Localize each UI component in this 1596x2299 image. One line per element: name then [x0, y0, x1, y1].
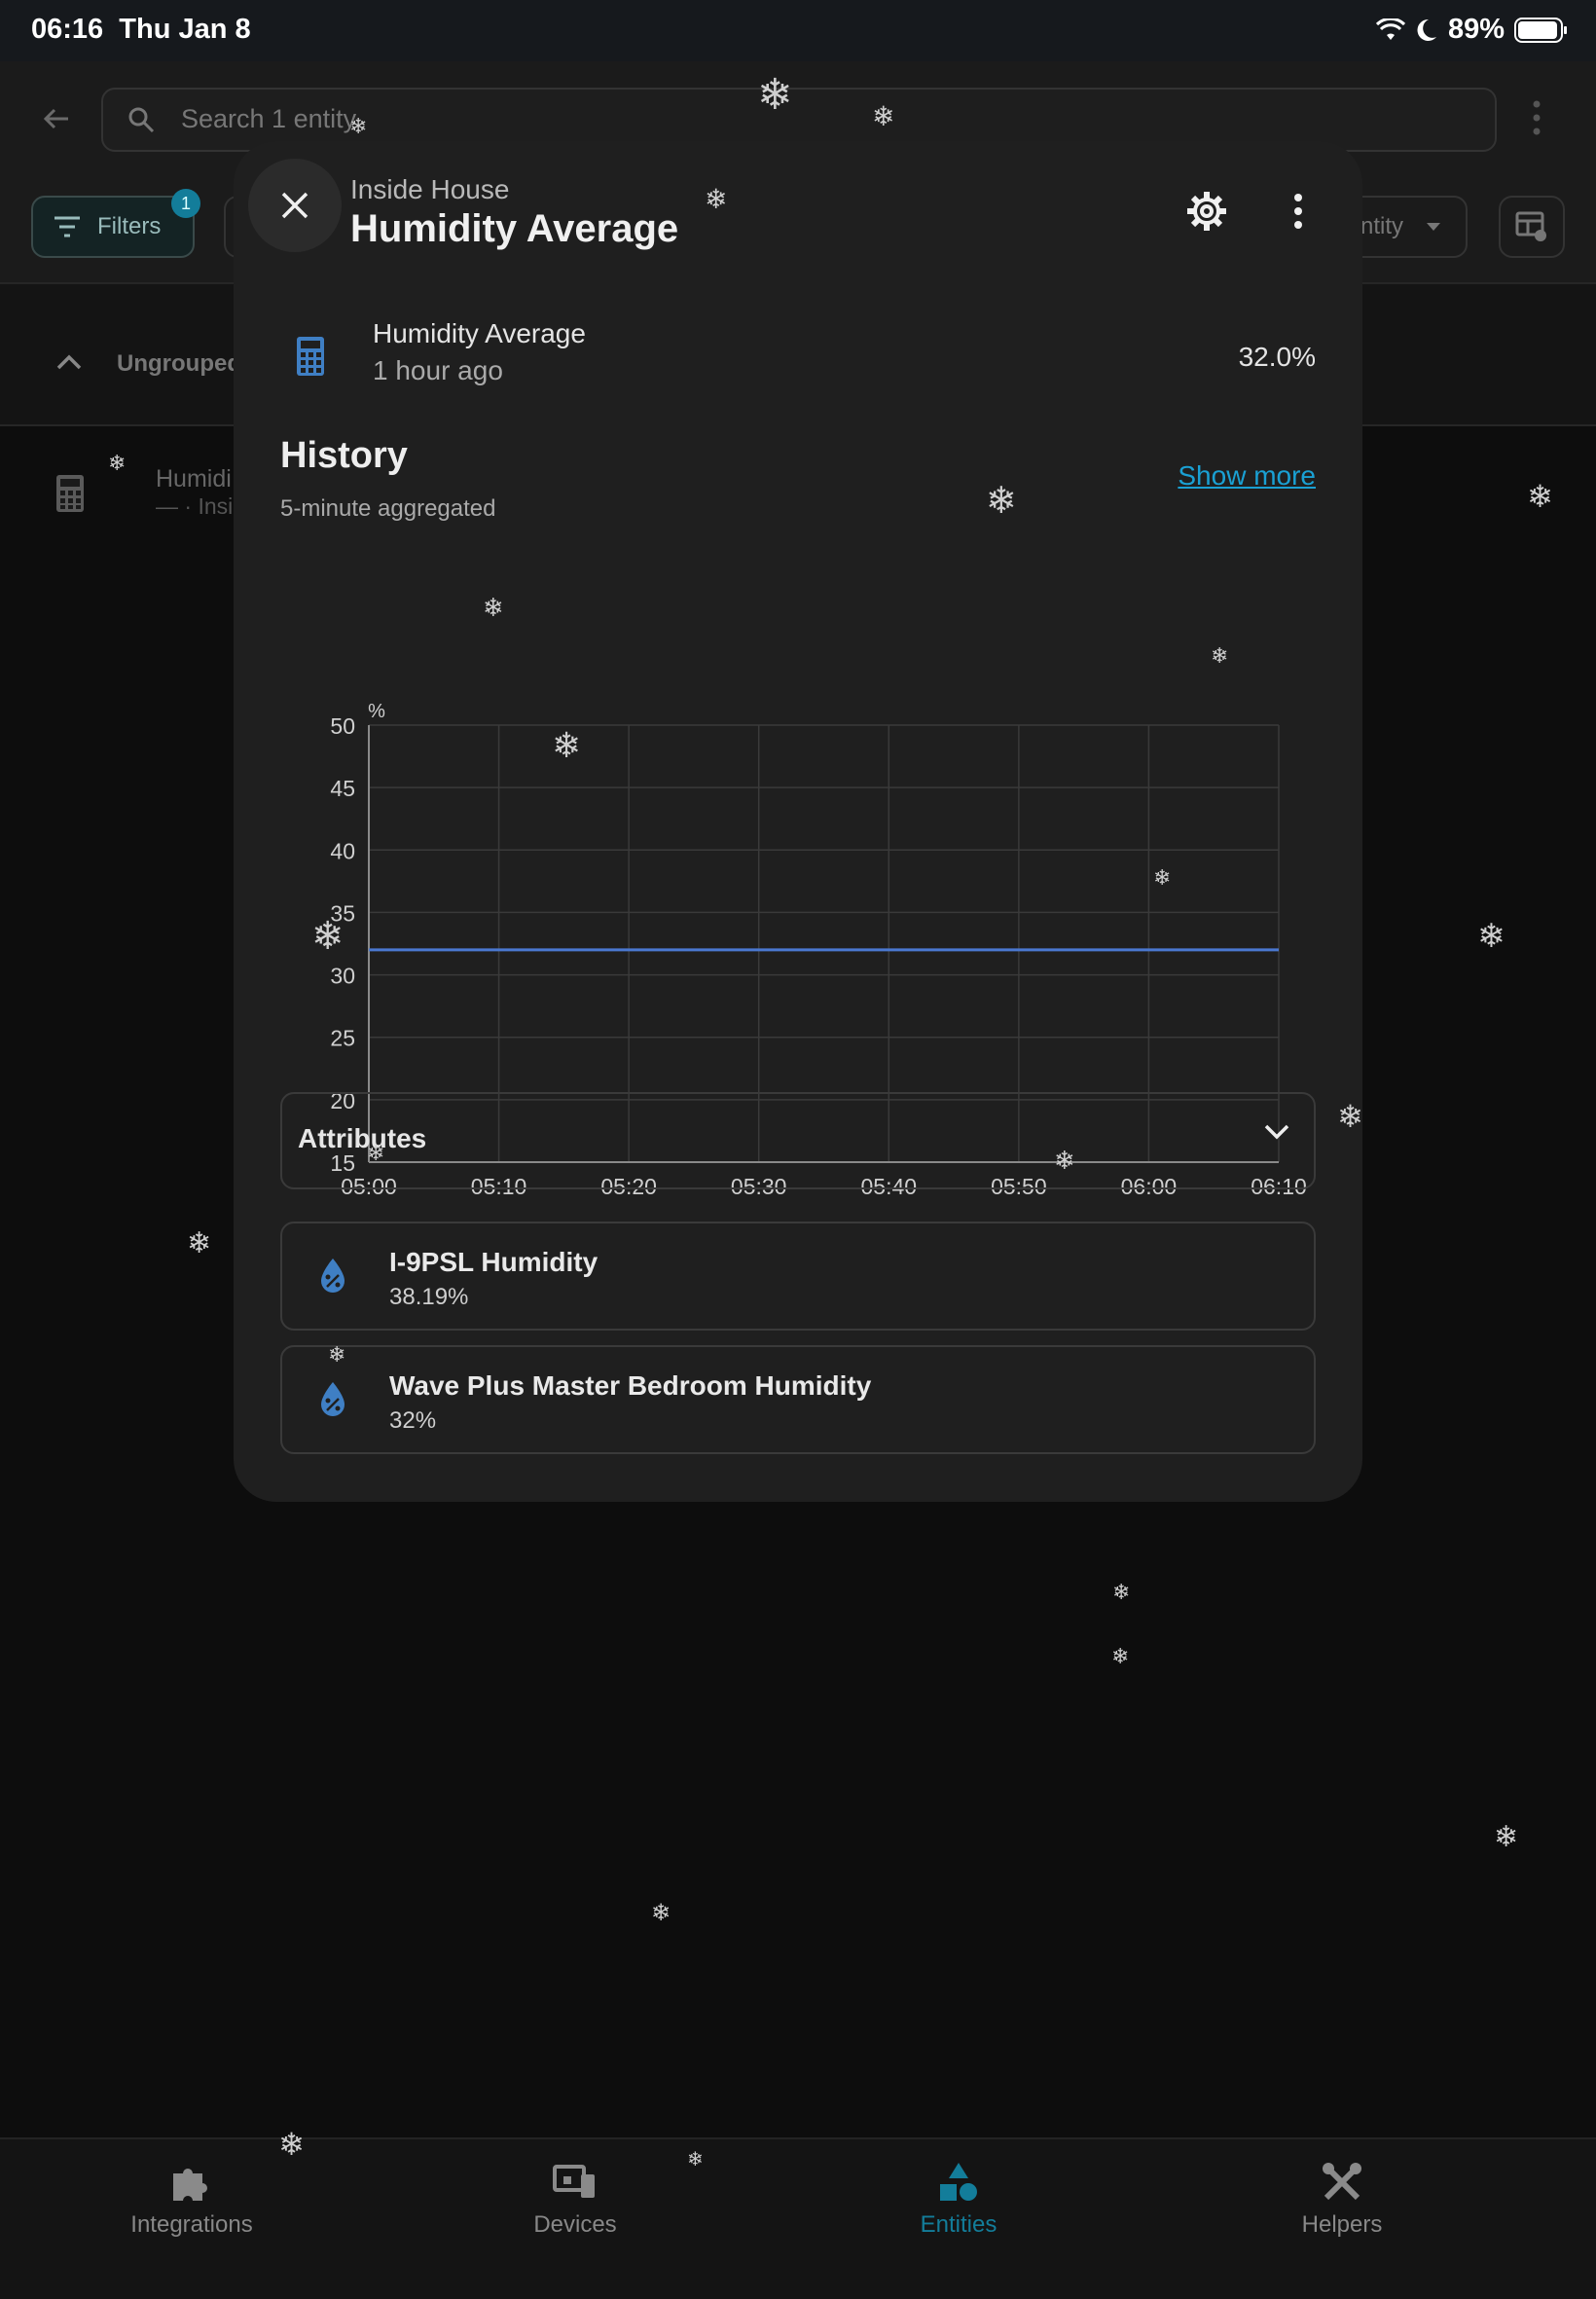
- attributes-label: Attributes: [298, 1123, 427, 1153]
- settings-button[interactable]: [1178, 182, 1236, 240]
- member-name: I-9PSL Humidity: [389, 1247, 598, 1277]
- entity-state: 32.0%: [1238, 342, 1316, 372]
- snowflake-icon: ❄: [311, 915, 345, 958]
- search-placeholder: Search 1 entity: [181, 104, 357, 133]
- group-by-label: ntity: [1360, 213, 1404, 239]
- snowflake-icon: ❄: [349, 114, 368, 138]
- filters-button[interactable]: Filters: [31, 196, 195, 258]
- gear-icon: [1187, 192, 1226, 231]
- history-subtitle: 5-minute aggregated: [280, 495, 496, 522]
- y-tick-label: 45: [330, 776, 355, 801]
- y-tick-label: 50: [330, 713, 355, 739]
- calculator-icon: [297, 337, 324, 376]
- member-card[interactable]: I-9PSL Humidity 38.19%: [280, 1222, 1316, 1331]
- entity-name: Humidity Average: [373, 318, 586, 348]
- snowflake-icon: ❄: [483, 593, 504, 622]
- snowflake-icon: ❄: [757, 71, 793, 119]
- tools-icon: [1323, 2163, 1361, 2201]
- snowflake-icon: ❄: [1477, 918, 1505, 955]
- table-cog-icon: [1515, 211, 1546, 241]
- snowflake-icon: ❄: [1111, 1644, 1130, 1668]
- nav-entities-label: Entities: [920, 2211, 998, 2238]
- snowflake-icon: ❄: [187, 1227, 212, 1259]
- nav-integrations[interactable]: Integrations: [0, 2139, 383, 2299]
- filter-icon: [54, 216, 80, 237]
- snowflake-icon: ❄: [1112, 1580, 1131, 1604]
- chevron-up-icon[interactable]: [54, 352, 84, 372]
- bottom-nav: Integrations Devices Entities Helpers: [0, 2137, 1596, 2299]
- member-value: 38.19%: [389, 1284, 469, 1310]
- snowflake-icon: ❄: [1211, 643, 1229, 668]
- close-icon: [281, 192, 308, 219]
- status-right: 89%: [1375, 14, 1569, 46]
- snowflake-icon: ❄: [872, 101, 895, 131]
- show-more-link[interactable]: Show more: [1178, 460, 1316, 492]
- overflow-menu-icon[interactable]: [1530, 99, 1543, 136]
- puzzle-icon: [173, 2169, 207, 2201]
- calculator-icon: [56, 475, 84, 512]
- status-time: 06:16: [31, 14, 104, 45]
- water-percent-icon: [321, 1382, 345, 1416]
- attributes-panel[interactable]: Attributes: [280, 1092, 1316, 1189]
- nav-devices[interactable]: Devices: [383, 2139, 767, 2299]
- snowflake-icon: ❄: [278, 2127, 305, 2162]
- y-tick-label: 40: [330, 838, 355, 863]
- nav-entities[interactable]: Entities: [767, 2139, 1150, 2299]
- filters-label: Filters: [97, 213, 162, 239]
- entity-row-name[interactable]: Humidi: [156, 465, 232, 493]
- member-card[interactable]: Wave Plus Master Bedroom Humidity 32%: [280, 1345, 1316, 1454]
- y-tick-label: 30: [330, 964, 355, 989]
- snowflake-icon: ❄: [705, 184, 728, 214]
- group-header-label: Ungrouped: [117, 350, 241, 377]
- status-time-date: 06:16 Thu Jan 8: [31, 14, 251, 46]
- y-tick-label: 25: [330, 1026, 355, 1051]
- filters-badge: 1: [171, 189, 200, 218]
- nav-helpers-label: Helpers: [1301, 2211, 1383, 2238]
- history-title: History: [280, 435, 408, 476]
- battery-percent: 89%: [1447, 14, 1505, 45]
- snowflake-icon: ❄: [1337, 1099, 1363, 1134]
- nav-integrations-label: Integrations: [130, 2211, 253, 2238]
- snowflake-icon: ❄: [986, 481, 1017, 522]
- more-menu-button[interactable]: [1269, 182, 1327, 240]
- snowflake-icon: ❄: [1054, 1146, 1075, 1175]
- more-info-dialog: Inside House Humidity Average Humidity A…: [234, 141, 1362, 1502]
- nav-devices-label: Devices: [533, 2211, 617, 2238]
- dots-vertical-icon: [1294, 194, 1302, 229]
- snowflake-icon: ❄: [367, 1141, 385, 1165]
- status-date: Thu Jan 8: [119, 14, 251, 45]
- close-button[interactable]: [248, 159, 342, 252]
- snowflake-icon: ❄: [328, 1342, 346, 1367]
- snowflake-icon: ❄: [1153, 865, 1172, 890]
- search-icon: [128, 107, 155, 133]
- back-arrow-icon[interactable]: [39, 101, 74, 136]
- wifi-icon: [1375, 18, 1405, 40]
- snowflake-icon: ❄: [687, 2149, 704, 2171]
- dialog-area: Inside House: [350, 174, 510, 204]
- table-settings-button[interactable]: [1499, 196, 1565, 258]
- member-value: 32%: [389, 1407, 437, 1434]
- entity-last-changed: 1 hour ago: [373, 355, 503, 385]
- snowflake-icon: ❄: [651, 1900, 671, 1926]
- snowflake-icon: ❄: [1527, 479, 1553, 514]
- snowflake-icon: ❄: [552, 725, 582, 765]
- shapes-icon: [940, 2163, 977, 2201]
- status-bar: 06:16 Thu Jan 8 89%: [0, 0, 1596, 61]
- dropdown-arrow-icon: [1427, 223, 1440, 231]
- y-axis-unit: %: [368, 701, 385, 722]
- dialog-title: Humidity Average: [350, 207, 679, 250]
- snowflake-icon: ❄: [108, 451, 127, 475]
- member-name: Wave Plus Master Bedroom Humidity: [389, 1370, 872, 1401]
- battery-icon: [1514, 17, 1567, 43]
- chevron-down-icon: [1264, 1124, 1289, 1140]
- entity-row-sub: — · Insi: [156, 493, 234, 519]
- water-percent-icon: [321, 1259, 345, 1293]
- devices-icon: [553, 2165, 595, 2198]
- nav-helpers[interactable]: Helpers: [1150, 2139, 1534, 2299]
- snowflake-icon: ❄: [1494, 1821, 1519, 1853]
- moon-icon: [1417, 18, 1436, 41]
